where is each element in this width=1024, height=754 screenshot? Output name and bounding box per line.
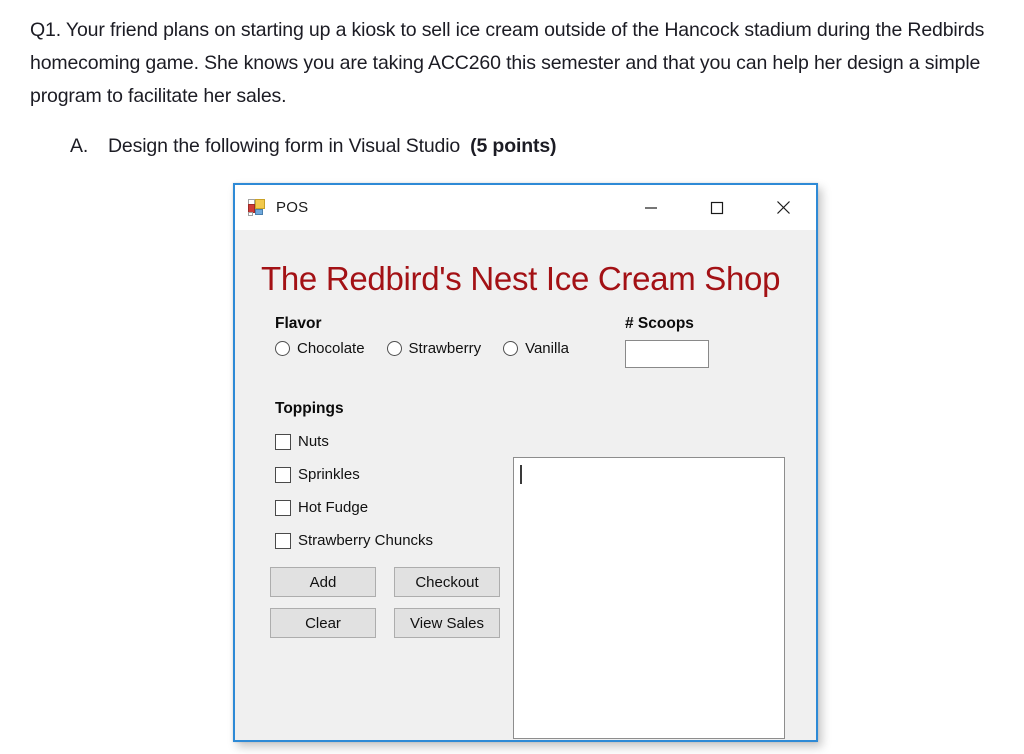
list-marker: A. [70, 135, 89, 157]
checkbox-nuts[interactable]: Nuts [275, 425, 433, 458]
shop-heading: The Redbird's Nest Ice Cream Shop [261, 260, 781, 297]
checkbox-square-icon [275, 532, 291, 549]
points-label: (5 points) [470, 135, 557, 157]
view-sales-button[interactable]: View Sales [394, 608, 500, 638]
toppings-group-label: Toppings [275, 400, 344, 417]
checkbox-strawberry-chuncks[interactable]: Strawberry Chuncks [275, 524, 433, 557]
scoops-label: # Scoops [625, 315, 694, 332]
radio-label: Strawberry [408, 340, 482, 357]
maximize-icon[interactable] [684, 185, 750, 230]
question-paragraph: Q1. Your friend plans on starting up a k… [30, 19, 985, 107]
checkbox-hot-fudge[interactable]: Hot Fudge [275, 491, 433, 524]
button-row-top: Add Checkout [270, 567, 500, 597]
visual-studio-form-icon [248, 199, 265, 216]
output-textbox[interactable] [513, 457, 785, 739]
text-caret [520, 465, 522, 484]
sub-item-text: Design the following form in Visual Stud… [108, 135, 461, 157]
checkbox-label: Nuts [298, 433, 329, 450]
checkbox-square-icon [275, 433, 291, 450]
close-icon[interactable] [750, 185, 816, 230]
question-sub-item: A. Design the following form in Visual S… [70, 132, 557, 160]
checkbox-square-icon [275, 466, 291, 483]
checkbox-label: Strawberry Chuncks [298, 532, 434, 549]
checkbox-sprinkles[interactable]: Sprinkles [275, 458, 433, 491]
checkbox-square-icon [275, 499, 291, 516]
toppings-checkbox-group: Nuts Sprinkles Hot Fudge Strawberry Chun… [275, 425, 433, 557]
radio-circle-icon [386, 341, 402, 356]
action-button-grid: Add Checkout Clear View Sales [270, 567, 500, 649]
checkbox-label: Hot Fudge [298, 499, 369, 516]
checkout-button[interactable]: Checkout [394, 567, 500, 597]
radio-vanilla[interactable]: Vanilla [503, 340, 569, 357]
title-bar[interactable]: POS [235, 185, 816, 230]
checkbox-label: Sprinkles [298, 466, 360, 483]
minimize-icon[interactable] [618, 185, 684, 230]
flavor-radio-group: Chocolate Strawberry Vanilla [275, 340, 591, 357]
clear-button[interactable]: Clear [270, 608, 376, 638]
radio-label: Vanilla [525, 340, 569, 357]
pos-form-window: POS The Redbird's Nest Ice Cream Shop Fl… [233, 183, 818, 742]
scoops-input[interactable] [625, 340, 709, 368]
window-controls [618, 185, 816, 230]
radio-circle-icon [503, 341, 519, 356]
radio-strawberry[interactable]: Strawberry [386, 340, 482, 357]
window-title: POS [276, 199, 309, 216]
radio-chocolate[interactable]: Chocolate [275, 340, 365, 357]
add-button[interactable]: Add [270, 567, 376, 597]
radio-label: Chocolate [297, 340, 365, 357]
radio-circle-icon [275, 341, 290, 356]
button-row-bottom: Clear View Sales [270, 608, 500, 638]
flavor-group-label: Flavor [275, 315, 322, 332]
form-client-area: The Redbird's Nest Ice Cream Shop Flavor… [235, 230, 816, 740]
